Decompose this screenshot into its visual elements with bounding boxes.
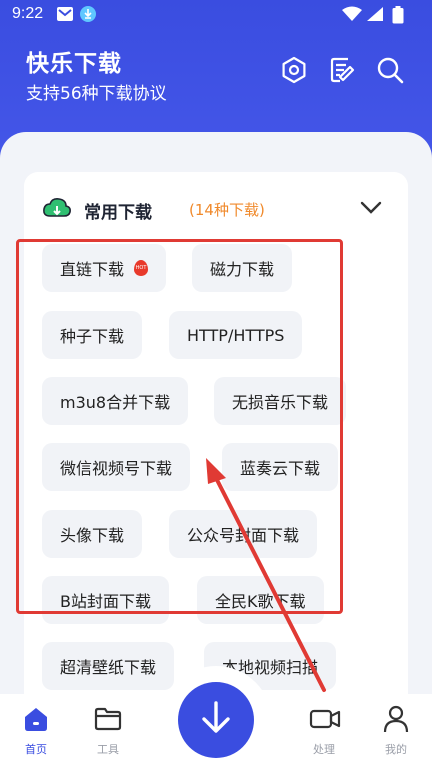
tab-tools-label: 工具 xyxy=(97,743,119,756)
signal-icon xyxy=(366,6,384,26)
chip-m3u8-merge[interactable]: m3u8合并下载 xyxy=(42,377,189,425)
section-title: 常用下载 xyxy=(84,203,152,223)
download-icon xyxy=(196,698,236,742)
tab-home[interactable]: 首页 xyxy=(0,694,72,768)
download-fab-button[interactable] xyxy=(178,682,254,758)
search-button[interactable] xyxy=(374,56,406,88)
chip-direct-download[interactable]: 直链下载 xyxy=(42,244,167,292)
app-subtitle: 支持56种下载协议 xyxy=(26,84,167,104)
hot-icon xyxy=(134,260,149,276)
chip-magnet-download[interactable]: 磁力下载 xyxy=(192,244,293,292)
app-title: 快乐下载 xyxy=(26,51,122,77)
chip-hd-wallpaper[interactable]: 超清壁纸下载 xyxy=(42,642,175,690)
status-time: 9:22 xyxy=(12,5,44,22)
tab-process[interactable]: 处理 xyxy=(288,694,360,768)
tab-tools[interactable]: 工具 xyxy=(72,694,144,768)
status-bar: 9:22 xyxy=(0,0,432,30)
chip-torrent-download[interactable]: 种子下载 xyxy=(42,311,143,359)
tab-mine-label: 我的 xyxy=(385,743,407,756)
notes-icon xyxy=(328,56,356,88)
tab-home-label: 首页 xyxy=(25,743,47,756)
gear-icon xyxy=(280,56,308,88)
tab-process-label: 处理 xyxy=(313,743,335,756)
chip-official-account-cover[interactable]: 公众号封面下载 xyxy=(169,510,318,558)
chip-lossless-music[interactable]: 无损音乐下载 xyxy=(214,377,347,425)
video-camera-icon xyxy=(309,704,341,738)
settings-button[interactable] xyxy=(278,56,310,88)
battery-icon xyxy=(392,6,404,28)
chip-http-https[interactable]: HTTP/HTTPS xyxy=(169,311,303,359)
user-icon xyxy=(381,704,411,738)
notes-button[interactable] xyxy=(326,56,358,88)
chip-wechat-video[interactable]: 微信视频号下载 xyxy=(42,443,191,491)
chevron-down-icon[interactable] xyxy=(358,194,384,224)
section-count: (14种下载) xyxy=(189,201,265,219)
chip-avatar-download[interactable]: 头像下载 xyxy=(42,510,143,558)
cloud-download-icon xyxy=(42,196,72,224)
wifi-icon xyxy=(342,6,362,26)
chip-lanzou-cloud[interactable]: 蓝奏云下载 xyxy=(222,443,339,491)
section-header[interactable]: 常用下载 (14种下载) xyxy=(24,190,408,226)
tab-mine[interactable]: 我的 xyxy=(360,694,432,768)
chip-quanmin-kge[interactable]: 全民K歌下载 xyxy=(197,576,324,624)
mail-icon xyxy=(56,6,74,26)
download-notification-icon xyxy=(80,6,96,26)
folder-icon xyxy=(93,704,123,738)
chip-bilibili-cover[interactable]: B站封面下载 xyxy=(42,576,169,624)
home-icon xyxy=(21,704,51,738)
search-icon xyxy=(376,56,404,88)
